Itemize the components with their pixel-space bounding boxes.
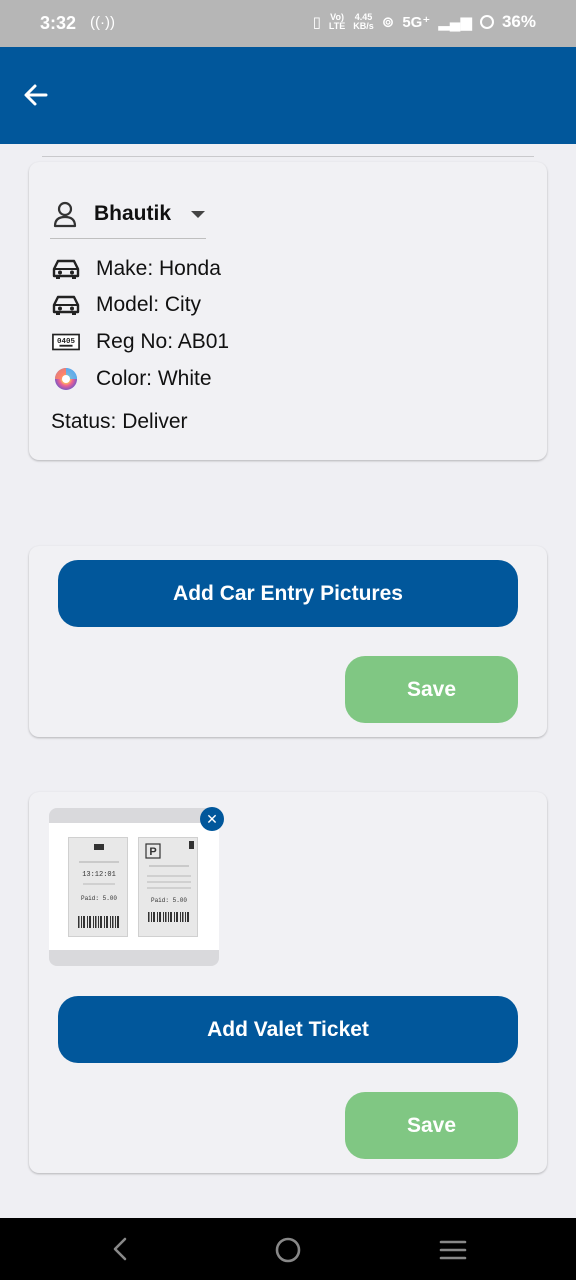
app-bar (0, 47, 576, 144)
nav-home-icon[interactable] (274, 1236, 302, 1264)
divider (42, 156, 534, 157)
valet-ticket-thumbnail[interactable]: 13:12:01 Paid: 5.00 P Paid: 5.00 (49, 808, 219, 966)
save-valet-ticket-button[interactable]: Save (345, 1092, 518, 1159)
car-icon (52, 255, 80, 283)
person-icon (53, 201, 77, 228)
nav-menu-icon[interactable] (438, 1238, 468, 1262)
nav-back-icon[interactable] (108, 1236, 134, 1262)
owner-name: Bhautik (94, 202, 172, 225)
add-valet-ticket-button[interactable]: Add Valet Ticket (58, 996, 518, 1063)
add-car-entry-pictures-button[interactable]: Add Car Entry Pictures (58, 560, 518, 627)
volte-indicator: Vo) LTE (328, 12, 346, 31)
receipt-right: P Paid: 5.00 (138, 837, 198, 937)
svg-text:13:12:01: 13:12:01 (82, 871, 116, 879)
save-entry-pictures-button[interactable]: Save (345, 656, 518, 723)
back-button[interactable] (20, 79, 52, 111)
make-text: Make: Honda (96, 257, 221, 280)
status-time: 3:32 (40, 13, 77, 33)
model-row: Model: City (52, 291, 201, 319)
network-speed: 4.45 KB/s (353, 12, 374, 31)
reg-row: 0405 Reg No: AB01 (52, 328, 229, 356)
status-icons: ▯ Vo) LTE 4.45 KB/s ⊚ 5G⁺ ▂▄▆ 36% (313, 12, 536, 32)
chevron-down-icon (191, 210, 206, 218)
status-bar: 3:32 ((·)) ▯ Vo) LTE 4.45 KB/s ⊚ 5G⁺ ▂▄▆ 3… (0, 0, 576, 47)
arrow-left-icon (24, 84, 48, 106)
battery-level: 36% (501, 12, 536, 31)
ticket-image: 13:12:01 Paid: 5.00 P Paid: 5.00 (49, 823, 219, 950)
battery-ring-icon (479, 15, 494, 29)
hotspot-signal-icon: ⊚ (381, 14, 395, 31)
color-text: Color: White (96, 367, 212, 390)
system-nav-bar (0, 1218, 576, 1280)
remove-image-button[interactable]: ✕ (200, 807, 224, 831)
svg-text:Paid: 5.00: Paid: 5.00 (151, 897, 187, 904)
model-text: Model: City (96, 293, 202, 316)
status-text: Status: Deliver (51, 410, 188, 433)
owner-underline (50, 238, 206, 239)
owner-dropdown[interactable]: Bhautik (52, 200, 206, 228)
make-row: Make: Honda (52, 255, 221, 283)
network-type: 5G⁺ (402, 14, 431, 31)
svg-text:0405: 0405 (57, 338, 75, 346)
reg-text: Reg No: AB01 (96, 330, 230, 353)
hotspot-icon: ((·)) (90, 14, 115, 31)
vibrate-icon: ▯ (312, 14, 321, 31)
receipt-left: 13:12:01 Paid: 5.00 (68, 837, 128, 937)
car-icon (52, 291, 80, 319)
license-plate-icon: 0405 (52, 328, 80, 356)
close-icon: ✕ (206, 811, 218, 827)
color-row: Color: White (52, 365, 212, 393)
svg-text:Paid: 5.00: Paid: 5.00 (81, 895, 117, 902)
svg-text:P: P (149, 846, 156, 858)
color-palette-icon (52, 365, 80, 393)
signal-bars-icon: ▂▄▆ (438, 14, 472, 31)
